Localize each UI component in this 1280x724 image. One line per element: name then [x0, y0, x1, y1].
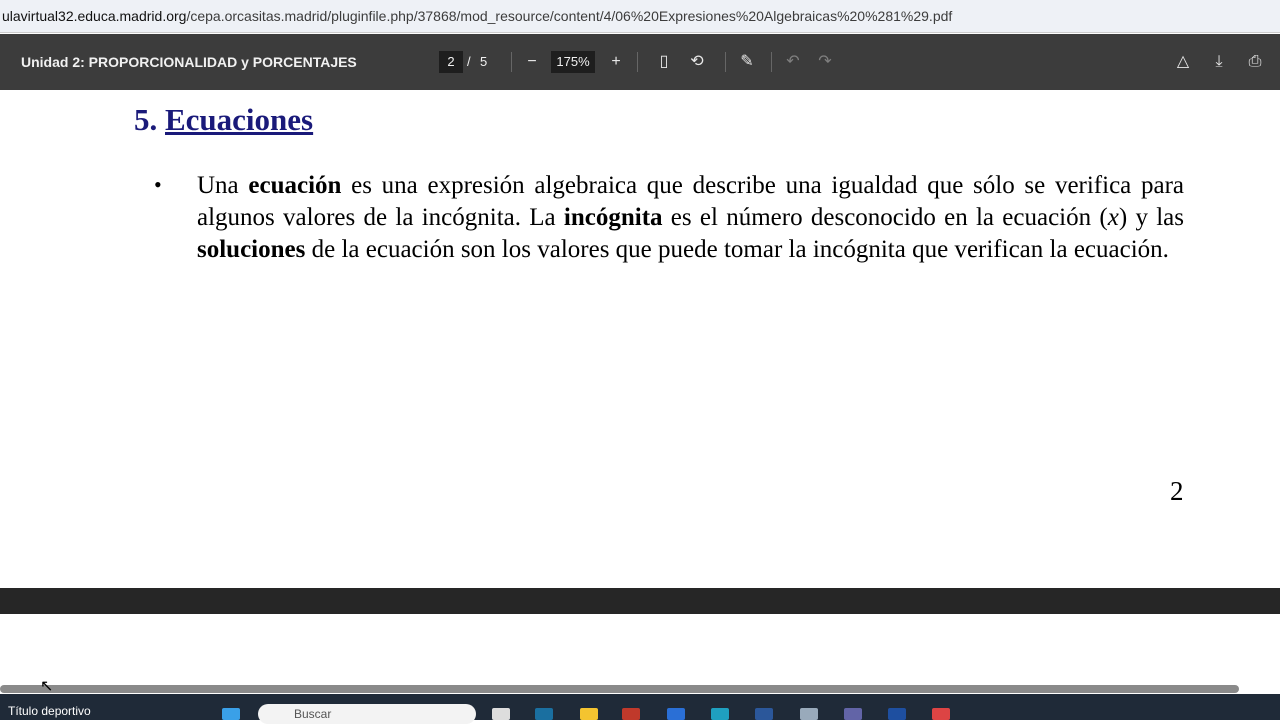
taskbar-status: Título deportivo — [8, 704, 91, 718]
redo-icon[interactable]: ↷ — [814, 51, 836, 73]
drive-icon[interactable]: △ — [1172, 51, 1194, 73]
address-bar[interactable]: ulavirtual32.educa.madrid.org/cepa.orcas… — [0, 0, 1280, 33]
bold-term: soluciones — [197, 236, 306, 263]
heading-number: 5. — [134, 102, 158, 137]
heading-text: Ecuaciones — [165, 102, 314, 137]
page-number-input[interactable]: 2 — [439, 51, 463, 73]
definition-paragraph: Una ecuación es una expresión algebraica… — [197, 170, 1184, 266]
app-icon[interactable] — [622, 708, 640, 720]
mouse-cursor-icon: ↖ — [40, 678, 54, 695]
print-icon[interactable]: ⎙ — [1244, 51, 1266, 73]
word-icon[interactable] — [755, 708, 773, 720]
edge-icon[interactable] — [711, 708, 729, 720]
bold-term: incógnita — [563, 204, 663, 231]
taskbar: Título deportivo Buscar — [0, 694, 1280, 724]
text-run: de la ecuación son los valores que puede… — [305, 236, 1169, 263]
pdf-page: 5. Ecuaciones • Una ecuación es una expr… — [0, 90, 1280, 588]
bullet: • — [154, 172, 162, 197]
pdf-toolbar: Unidad 2: PROPORCIONALIDAD y PORCENTAJES… — [0, 34, 1280, 90]
url-host: ulavirtual32.educa.madrid.org — [2, 8, 187, 24]
page-number: 2 — [1170, 476, 1184, 506]
task-view-icon[interactable] — [492, 708, 510, 720]
zoom-out-icon[interactable]: − — [521, 51, 543, 73]
app-icon[interactable] — [800, 708, 818, 720]
divider — [725, 52, 726, 72]
app-icon[interactable] — [667, 708, 685, 720]
fit-page-icon[interactable]: ▯ — [653, 51, 675, 73]
undo-icon[interactable]: ↶ — [782, 51, 804, 73]
text-run: ) y las — [1118, 204, 1184, 231]
page-separator: / — [467, 54, 471, 69]
bold-term: ecuación — [248, 172, 342, 199]
url-path: /cepa.orcasitas.madrid/pluginfile.php/37… — [186, 8, 953, 24]
divider — [511, 52, 512, 72]
text-run: x — [1107, 204, 1119, 231]
app-icon[interactable] — [535, 708, 553, 720]
divider — [637, 52, 638, 72]
teams-icon[interactable] — [844, 708, 862, 720]
page-gap — [0, 588, 1280, 614]
chrome-icon[interactable] — [932, 708, 950, 720]
document-title: Unidad 2: PROPORCIONALIDAD y PORCENTAJES — [21, 54, 357, 70]
zoom-in-icon[interactable]: + — [605, 51, 627, 73]
text-run: es el número desconocido en la ecuación … — [662, 204, 1108, 231]
download-icon[interactable]: ⤓ — [1208, 51, 1230, 73]
text-run: Una — [197, 172, 249, 199]
taskbar-search[interactable]: Buscar — [258, 704, 476, 724]
horizontal-scrollbar[interactable] — [0, 685, 1239, 693]
file-explorer-icon[interactable] — [580, 708, 598, 720]
windows-start-icon[interactable] — [222, 708, 240, 720]
app-icon[interactable] — [888, 708, 906, 720]
divider — [771, 52, 772, 72]
section-heading: 5. Ecuaciones — [134, 102, 313, 138]
rotate-icon[interactable]: ⟲ — [686, 51, 708, 73]
total-pages: 5 — [480, 54, 488, 69]
zoom-input[interactable]: 175% — [551, 51, 595, 73]
annotate-icon[interactable]: ✎ — [736, 51, 758, 73]
